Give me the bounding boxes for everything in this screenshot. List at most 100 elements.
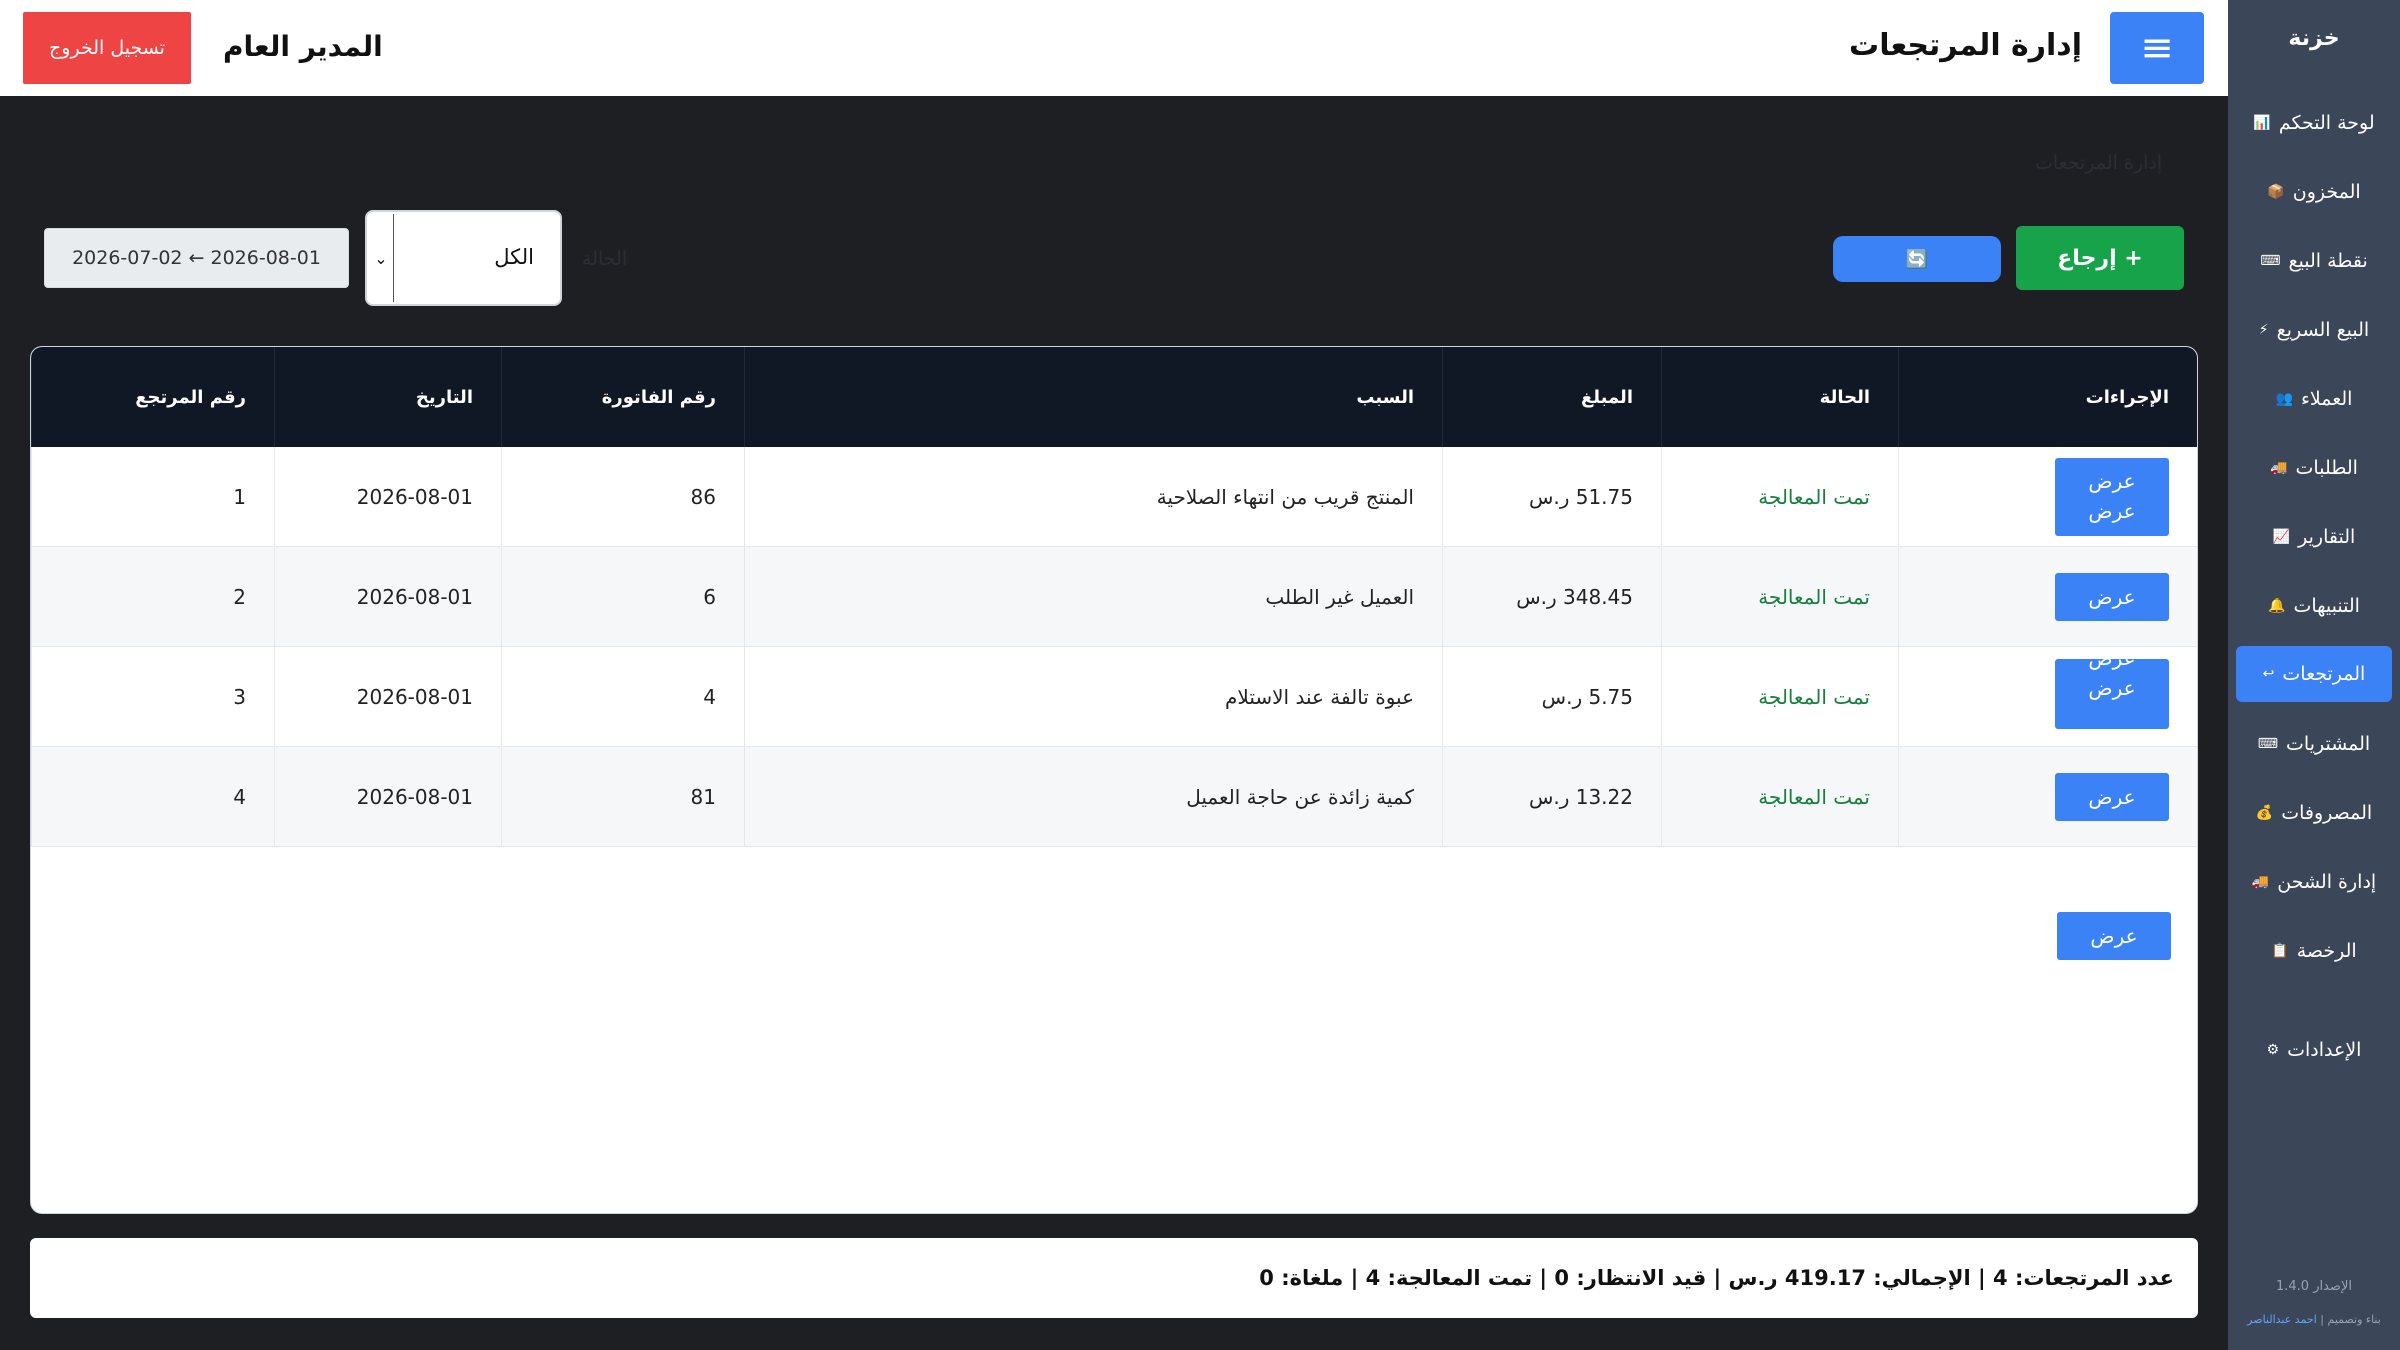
chart-icon: 📊 — [2253, 115, 2271, 131]
sidebar-item-label: الرخصة — [2296, 940, 2357, 962]
cell-status: تمت المعالجة — [1661, 447, 1899, 547]
refresh-icon: 🔄 — [1905, 248, 1929, 270]
date-range-picker[interactable]: 2026-07-02 ← 2026-08-01 — [44, 228, 349, 288]
cell-status: تمت المعالجة — [1661, 546, 1899, 647]
cell-actions: عرض — [1898, 546, 2197, 647]
sidebar-item-7[interactable]: التنبيهات 🔔 — [2236, 578, 2392, 634]
sidebar-item-0[interactable]: لوحة التحكم 📊 — [2236, 95, 2392, 151]
sidebar-item-5[interactable]: الطلبات 🚚 — [2236, 440, 2392, 496]
sidebar-item-1[interactable]: المخزون 📦 — [2236, 164, 2392, 220]
cell-actions: عرض — [1898, 746, 2197, 847]
user-name: المدير العام — [223, 30, 383, 63]
truck-icon: 🚚 — [2270, 460, 2288, 476]
view-button[interactable]: عرض — [2055, 572, 2169, 621]
cell-reason: المنتج قريب من انتهاء الصلاحية — [744, 447, 1443, 547]
gear-icon: ⚙ — [2266, 1042, 2280, 1058]
sidebar-item-8[interactable]: المرتجعات ↩ — [2236, 646, 2392, 702]
table-row: عرض عرض تمت المعالجة 5.75 ر.س عبوة تالفة… — [31, 646, 2197, 747]
cell-amount: 13.22 ر.س — [1442, 746, 1662, 847]
sidebar-item-label: المشتريات — [2286, 733, 2371, 755]
view-button[interactable]: عرض — [2055, 772, 2169, 821]
logout-button[interactable]: تسجيل الخروج — [23, 12, 191, 84]
summary-bar: عدد المرتجعات: 4 | الإجمالي: 419.17 ر.س … — [30, 1238, 2198, 1318]
status-filter-select[interactable]: الكل ⌄ — [365, 210, 562, 306]
brand-logo: خزنة — [2288, 26, 2340, 51]
sidebar-item-label: المصروفات — [2281, 802, 2373, 824]
sidebar-item-label: المخزون — [2292, 181, 2361, 203]
add-return-button[interactable]: + إرجاع — [2016, 226, 2184, 290]
credit-prefix: بناء وتصميم | — [2320, 1313, 2381, 1326]
cell-invoice: 4 — [501, 646, 745, 747]
cell-actions: عرض عرض — [1898, 646, 2197, 747]
col-reason[interactable]: السبب — [744, 347, 1443, 447]
cell-date: 2026-08-01 — [274, 646, 502, 747]
table-row: عرض عرض تمت المعالجة 51.75 ر.س المنتج قر… — [31, 447, 2197, 547]
menu-toggle-button[interactable]: ≡ — [2110, 12, 2204, 84]
cell-amount: 348.45 ر.س — [1442, 546, 1662, 647]
box-icon: 📦 — [2267, 184, 2285, 200]
refresh-button[interactable]: 🔄 — [1833, 236, 2001, 282]
status-filter-value: الكل — [494, 245, 534, 269]
sidebar-item-label: البيع السريع — [2276, 319, 2370, 341]
cell-status: تمت المعالجة — [1661, 746, 1899, 847]
view-button[interactable]: عرض عرض — [2055, 457, 2169, 536]
sidebar-item-label: الإعدادات — [2287, 1039, 2362, 1061]
sidebar-item-label: لوحة التحكم — [2278, 112, 2375, 134]
sidebar-item-12[interactable]: الرخصة 📋 — [2236, 923, 2392, 979]
table-row: عرض تمت المعالجة 348.45 ر.س العميل غير ا… — [31, 546, 2197, 647]
col-invoice[interactable]: رقم الفاتورة — [501, 347, 745, 447]
cell-invoice: 6 — [501, 546, 745, 647]
breadcrumb: إدارة المرتجعات — [2035, 152, 2163, 174]
view-button[interactable]: عرض عرض — [2055, 659, 2169, 729]
view-button-extra[interactable]: عرض — [2057, 912, 2171, 960]
sidebar-item-2[interactable]: نقطة البيع ⌨ — [2236, 233, 2392, 289]
credit-author-link[interactable]: احمد عبدالناصر — [2247, 1313, 2317, 1326]
page-title: إدارة المرتجعات — [1849, 28, 2082, 63]
cell-actions: عرض عرض — [1898, 447, 2197, 547]
cell-return-id: 1 — [31, 447, 275, 547]
sidebar-item-label: العملاء — [2300, 388, 2353, 410]
lightning-icon: ⚡ — [2258, 322, 2269, 338]
chevron-down-icon[interactable]: ⌄ — [369, 214, 394, 302]
status-filter-label: الحالة — [582, 248, 628, 270]
truck-icon: 🚚 — [2251, 874, 2270, 890]
cell-return-id: 3 — [31, 646, 275, 747]
money-bag-icon: 💰 — [2255, 805, 2274, 821]
cell-return-id: 2 — [31, 546, 275, 647]
sidebar-item-11[interactable]: إدارة الشحن 🚚 — [2236, 854, 2392, 910]
sidebar-item-10[interactable]: المصروفات 💰 — [2236, 785, 2392, 841]
sidebar-item-4[interactable]: العملاء 👥 — [2236, 371, 2392, 427]
cell-amount: 51.75 ر.س — [1442, 447, 1662, 547]
cell-invoice: 81 — [501, 746, 745, 847]
sidebar-item-label: المرتجعات — [2282, 663, 2366, 685]
trend-icon: 📈 — [2272, 529, 2291, 545]
cell-date: 2026-08-01 — [274, 447, 502, 547]
col-amount[interactable]: المبلغ — [1442, 347, 1662, 447]
bell-icon: 🔔 — [2268, 598, 2286, 614]
table-header-row: الإجراءات الحالة المبلغ السبب رقم الفاتو… — [31, 347, 2197, 447]
cell-date: 2026-08-01 — [274, 746, 502, 847]
sidebar-item-13[interactable]: الإعدادات ⚙ — [2236, 1022, 2392, 1078]
col-status[interactable]: الحالة — [1661, 347, 1899, 447]
keyboard-icon: ⌨ — [2260, 253, 2281, 269]
hamburger-icon: ≡ — [2140, 25, 2174, 71]
cell-reason: عبوة تالفة عند الاستلام — [744, 646, 1443, 747]
col-actions[interactable]: الإجراءات — [1898, 347, 2197, 447]
cell-amount: 5.75 ر.س — [1442, 646, 1662, 747]
sidebar-item-3[interactable]: البيع السريع ⚡ — [2236, 302, 2392, 358]
cell-date: 2026-08-01 — [274, 546, 502, 647]
top-header: ≡ إدارة المرتجعات المدير العام تسجيل الخ… — [0, 0, 2228, 96]
keyboard-icon: ⌨ — [2257, 736, 2279, 752]
version-label: الإصدار 1.4.0 — [2276, 1279, 2352, 1294]
sidebar-item-6[interactable]: التقارير 📈 — [2236, 509, 2392, 565]
sidebar-item-label: التقارير — [2298, 526, 2356, 548]
sidebar-item-9[interactable]: المشتريات ⌨ — [2236, 716, 2392, 772]
sidebar-item-label: إدارة الشحن — [2277, 871, 2377, 893]
cell-status: تمت المعالجة — [1661, 646, 1899, 747]
col-date[interactable]: التاريخ — [274, 347, 502, 447]
returns-table: الإجراءات الحالة المبلغ السبب رقم الفاتو… — [31, 347, 2197, 847]
col-return-id[interactable]: رقم المرتجع — [31, 347, 275, 447]
cell-invoice: 86 — [501, 447, 745, 547]
clipboard-icon: 📋 — [2271, 943, 2289, 959]
summary-text: عدد المرتجعات: 4 | الإجمالي: 419.17 ر.س … — [1259, 1266, 2174, 1290]
